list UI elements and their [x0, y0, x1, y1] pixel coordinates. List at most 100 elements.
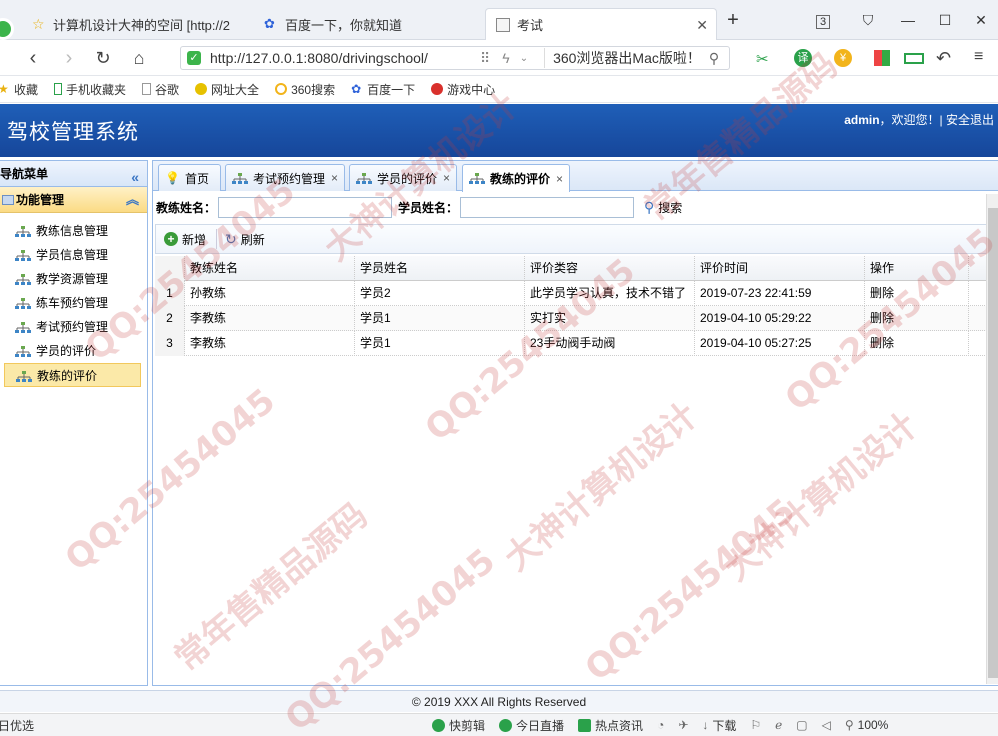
url-field[interactable]: ✓ http://127.0.0.1:8080/drivingschool/ ⠿… [180, 46, 730, 70]
back-icon[interactable]: ‹ [20, 46, 46, 70]
bookmark-google[interactable]: 谷歌 [142, 81, 179, 98]
bookmark-sites[interactable]: 网址大全 [195, 81, 259, 98]
bookmark-mobile[interactable]: 手机收藏夹 [54, 81, 126, 98]
home-icon[interactable]: ⌂ [126, 46, 152, 70]
vertical-scrollbar[interactable] [986, 194, 998, 684]
chevron-down-icon[interactable]: ⌄ [520, 53, 528, 64]
bookmark-favorites[interactable]: ★ 收藏 [0, 81, 38, 98]
search-button[interactable]: ⚲ 搜索 [644, 199, 682, 216]
bookmark-360search[interactable]: 360搜索 [275, 81, 335, 98]
download-button[interactable]: ↓ 下载 [702, 717, 736, 734]
bookmark-games[interactable]: 游戏中心 [431, 81, 495, 98]
table-row[interactable]: 3 李教练 学员1 23手动阀手动阀 2019-04-10 05:27:25 删… [155, 330, 989, 356]
tab-student-reviews[interactable]: 学员的评价 × [349, 164, 457, 191]
tab-count-badge[interactable]: 3 [810, 8, 836, 32]
tree-icon [232, 172, 248, 184]
function-group-header[interactable]: 功能管理 ︽ [0, 187, 147, 213]
close-icon[interactable]: × [331, 171, 338, 185]
tree-icon [15, 298, 31, 309]
tab-exam-booking[interactable]: 考试预约管理 × [225, 164, 345, 191]
browser-tab-2[interactable]: ✿ 百度一下，你就知道 [254, 8, 482, 40]
column-header[interactable]: 学员姓名 [355, 255, 525, 281]
speed-icon[interactable]: ◔ [657, 718, 664, 732]
nav-item-exam-booking[interactable]: 考试预约管理 [4, 315, 141, 339]
live-button[interactable]: 今日直播 [499, 717, 564, 734]
flag-icon[interactable]: ⚐ [750, 718, 761, 732]
ie-icon[interactable]: ℯ [775, 718, 782, 732]
coach-cell: 李教练 [185, 305, 355, 331]
column-header[interactable]: 评价类容 [525, 255, 695, 281]
delete-link[interactable]: 删除 [865, 330, 969, 356]
refresh-icon: ↻ [225, 230, 237, 247]
refresh-button[interactable]: ↻ 刷新 [225, 231, 265, 248]
bookmark-label: 360搜索 [291, 82, 336, 97]
page-footer: © 2019 XXX All Rights Reserved [0, 690, 998, 712]
translate-icon[interactable]: 译 [794, 49, 812, 67]
tab-coach-reviews[interactable]: 教练的评价 × [462, 164, 570, 192]
content-tabs: 💡 首页 考试预约管理 × 学员的评价 × 教练的评价 × [153, 161, 998, 192]
undo-icon[interactable]: ↶ [936, 48, 951, 69]
maximize-icon[interactable]: ☐ [932, 8, 958, 32]
lightning-icon[interactable]: ϟ [502, 50, 509, 66]
nav-item-coach-reviews[interactable]: 教练的评价 [4, 363, 141, 387]
browser-tab-1[interactable]: ☆ 计算机设计大神的空间 [http://2 [22, 8, 250, 40]
nav-item-practice-booking[interactable]: 练车预约管理 [4, 291, 141, 315]
column-header[interactable]: 教练姓名 [185, 255, 355, 281]
page-icon [142, 83, 152, 95]
battery-icon[interactable] [904, 53, 924, 64]
nav-item-teaching-resources[interactable]: 教学资源管理 [4, 267, 141, 291]
minimize-icon[interactable]: — [895, 8, 921, 32]
student-name-input[interactable] [460, 196, 635, 218]
nav-item-student-reviews[interactable]: 学员的评价 [4, 339, 141, 363]
close-icon[interactable]: × [556, 172, 563, 186]
reload-icon[interactable]: ↻ [90, 46, 116, 70]
scrollbar-thumb[interactable] [988, 208, 998, 678]
bookmark-baidu[interactable]: ✿ 百度一下 [351, 81, 415, 98]
apps-icon[interactable] [874, 50, 890, 66]
browser-logo-icon[interactable] [0, 18, 14, 40]
column-header[interactable]: 评价时间 [695, 255, 865, 281]
zoom-control[interactable]: ⚲ 100% [845, 718, 889, 732]
coin-icon[interactable]: ¥ [834, 49, 852, 67]
tree-icon [15, 226, 31, 237]
nav-item-label: 考试预约管理 [36, 320, 109, 334]
close-tab-icon[interactable]: ✕ [696, 17, 708, 34]
row-number-header [155, 255, 185, 281]
table-row[interactable]: 2 李教练 学员1 实打实 2019-04-10 05:29:22 删除 [155, 305, 989, 331]
chevron-up-icon[interactable]: ︽ [126, 187, 139, 213]
delete-link[interactable]: 删除 [865, 280, 969, 306]
status-left-text[interactable]: 日优选 [0, 717, 34, 734]
welcome-text: admin，欢迎您！| 安全退出 [844, 111, 994, 128]
table-row[interactable]: 1 孙教练 学员2 此学员学习认真，技术不错了 2019-07-23 22:41… [155, 280, 989, 306]
close-window-icon[interactable]: ✕ [968, 8, 994, 32]
tab-home[interactable]: 💡 首页 [158, 164, 221, 191]
zoom-level: 100% [857, 718, 889, 732]
shirt-icon[interactable]: ⛉ [855, 8, 881, 32]
logout-link[interactable]: ，欢迎您！| 安全退出 [880, 113, 994, 127]
delete-link[interactable]: 删除 [865, 305, 969, 331]
browser-tab-3[interactable]: 考试 ✕ [485, 8, 717, 40]
pin-icon[interactable]: ✈ [678, 718, 688, 732]
time-cell: 2019-07-23 22:41:59 [695, 280, 865, 306]
content-cell: 实打实 [525, 305, 695, 331]
close-icon[interactable]: × [443, 171, 450, 185]
menu-icon[interactable]: ≡ [974, 48, 983, 66]
search-icon[interactable]: ⚲ [709, 50, 719, 67]
nav-item-student-info[interactable]: 学员信息管理 [4, 243, 141, 267]
new-tab-button[interactable]: + [720, 8, 746, 32]
column-header[interactable]: 操作 [865, 255, 969, 281]
row-number: 1 [155, 280, 185, 306]
add-button[interactable]: + 新增 [164, 231, 206, 248]
speaker-icon[interactable]: ◁ [822, 718, 831, 732]
bookmark-label: 游戏中心 [447, 82, 496, 97]
scissors-icon[interactable]: ✂ [756, 50, 769, 68]
window-icon[interactable]: ▢ [796, 718, 807, 732]
grid-icon[interactable]: ⠿ [480, 50, 490, 67]
quick-clip-button[interactable]: 快剪辑 [432, 717, 485, 734]
forward-icon[interactable]: › [56, 46, 82, 70]
hot-news-button[interactable]: 热点资讯 [578, 717, 643, 734]
nav-item-coach-info[interactable]: 教练信息管理 [4, 219, 141, 243]
coach-name-label: 教练姓名： [156, 200, 217, 215]
coach-name-input[interactable] [218, 196, 393, 218]
search-hint[interactable]: 360浏览器出Mac版啦！ [544, 48, 701, 68]
